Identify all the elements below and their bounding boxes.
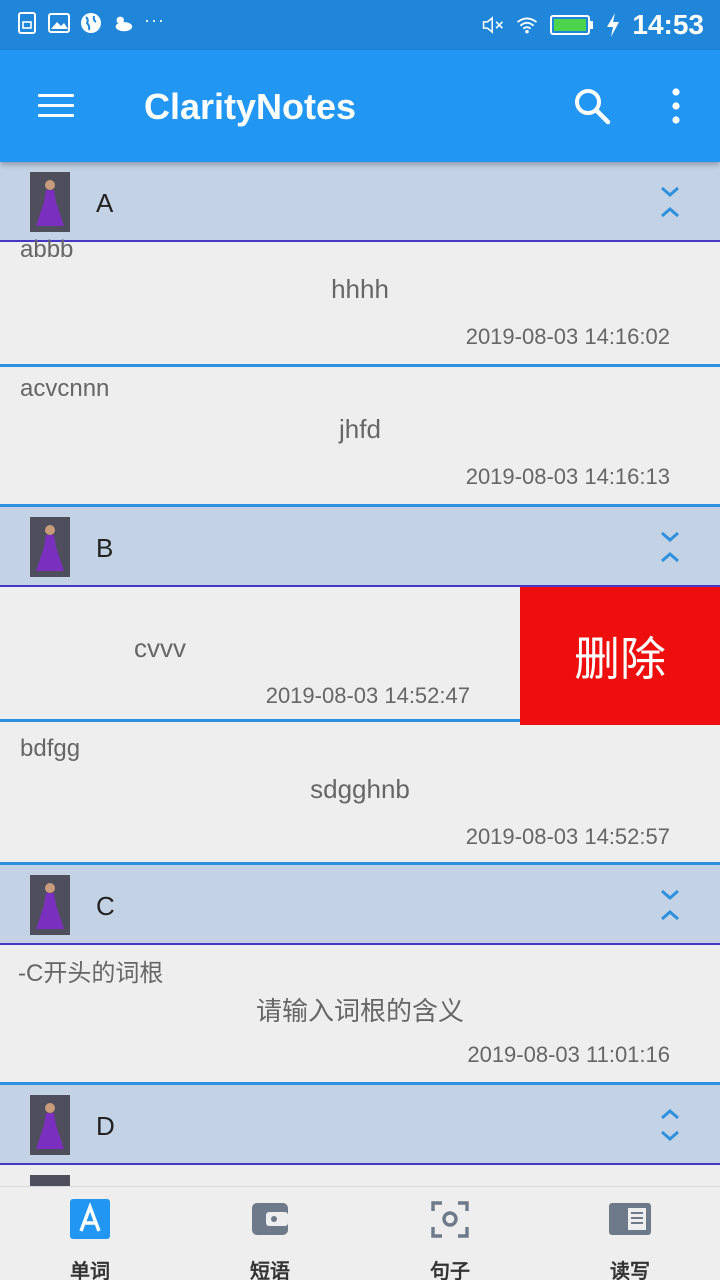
item-meaning: cvvv xyxy=(134,633,186,663)
avatar xyxy=(30,172,70,232)
nav-item-sentences[interactable]: 句子 xyxy=(360,1187,540,1280)
avatar xyxy=(30,1175,70,1186)
nav-item-phrases[interactable]: 短语 xyxy=(180,1187,360,1280)
avatar xyxy=(30,1095,70,1155)
item-date: 2019-08-03 14:52:47 xyxy=(265,683,470,708)
item-date: 2019-08-03 14:16:02 xyxy=(465,324,670,349)
item-word: bdfgg xyxy=(20,735,81,762)
nav-item-words[interactable]: 单词 xyxy=(0,1187,180,1280)
charging-icon xyxy=(606,13,620,37)
list-item[interactable]: bdfgg sdgghnb 2019-08-03 14:52:57 xyxy=(0,725,720,865)
globe-icon xyxy=(80,12,102,34)
more-vert-icon[interactable] xyxy=(664,86,688,126)
item-word: abbb xyxy=(20,236,74,263)
group-header-b[interactable]: B xyxy=(0,507,720,587)
swiped-item-content[interactable]: cvvv 2019-08-03 14:52:47 xyxy=(0,587,520,722)
app-title: ClarityNotes xyxy=(144,86,357,127)
group-header-c[interactable]: C xyxy=(0,865,720,945)
item-date: 2019-08-03 14:52:57 xyxy=(465,824,670,849)
wallet-icon xyxy=(250,1199,290,1239)
more-notifications-icon: ··· xyxy=(144,9,165,30)
group-header-a[interactable]: A xyxy=(0,162,720,242)
item-date: 2019-08-03 14:16:13 xyxy=(465,464,670,489)
expand-toggle-icon[interactable] xyxy=(656,1107,684,1143)
item-meaning: hhhh xyxy=(331,274,389,304)
status-bar: ··· 14:53 xyxy=(0,0,720,50)
item-word: -C开头的词根 xyxy=(18,960,164,987)
collapse-toggle-icon[interactable] xyxy=(656,529,684,565)
book-icon xyxy=(608,1199,652,1239)
nav-label: 短语 xyxy=(250,1261,290,1280)
group-letter: D xyxy=(96,1111,115,1141)
app-bar: ClarityNotes xyxy=(0,50,720,162)
avatar xyxy=(30,517,70,577)
weather-icon xyxy=(112,12,134,34)
nav-item-read-write[interactable]: 读写 xyxy=(540,1187,720,1280)
group-letter: A xyxy=(96,188,114,218)
image-icon xyxy=(48,12,70,34)
item-date: 2019-08-03 11:01:16 xyxy=(467,1042,670,1067)
list-item[interactable]: acvcnnn jhfd 2019-08-03 14:16:13 xyxy=(0,367,720,507)
collapse-toggle-icon[interactable] xyxy=(656,184,684,220)
list-item[interactable] xyxy=(0,1167,720,1186)
item-word: acvcnnn xyxy=(20,375,110,402)
scan-icon xyxy=(430,1199,470,1239)
group-header-d[interactable]: D xyxy=(0,1085,720,1165)
bottom-navigation: 单词 短语 句子 读写 xyxy=(0,1186,720,1280)
menu-icon[interactable] xyxy=(38,94,74,118)
group-letter: C xyxy=(96,891,115,921)
mute-icon xyxy=(482,14,504,36)
nav-label: 句子 xyxy=(430,1261,470,1280)
group-letter: B xyxy=(96,533,114,563)
clock: 14:53 xyxy=(632,9,704,40)
list-item-swiped[interactable]: cvvv 2019-08-03 14:52:47 删除 xyxy=(0,587,720,725)
battery-icon xyxy=(550,14,594,36)
item-meaning: jhfd xyxy=(339,414,381,444)
delete-button[interactable]: 删除 xyxy=(520,587,720,725)
sim-icon xyxy=(16,12,38,34)
word-list[interactable]: A abbb hhhh 2019-08-03 14:16:02 acvcnnn … xyxy=(0,162,720,1186)
nav-label: 读写 xyxy=(610,1261,650,1280)
list-item[interactable]: -C开头的词根 请输入词根的含义 2019-08-03 11:01:16 xyxy=(0,945,720,1085)
item-meaning: sdgghnb xyxy=(310,774,410,804)
avatar xyxy=(30,875,70,935)
item-meaning: 请输入词根的含义 xyxy=(255,996,464,1026)
nav-label: 单词 xyxy=(70,1261,110,1280)
collapse-toggle-icon[interactable] xyxy=(656,887,684,923)
list-item[interactable]: abbb hhhh 2019-08-03 14:16:02 xyxy=(0,236,720,367)
search-icon[interactable] xyxy=(572,86,612,126)
letter-a-icon xyxy=(70,1199,110,1239)
wifi-icon xyxy=(516,14,538,36)
